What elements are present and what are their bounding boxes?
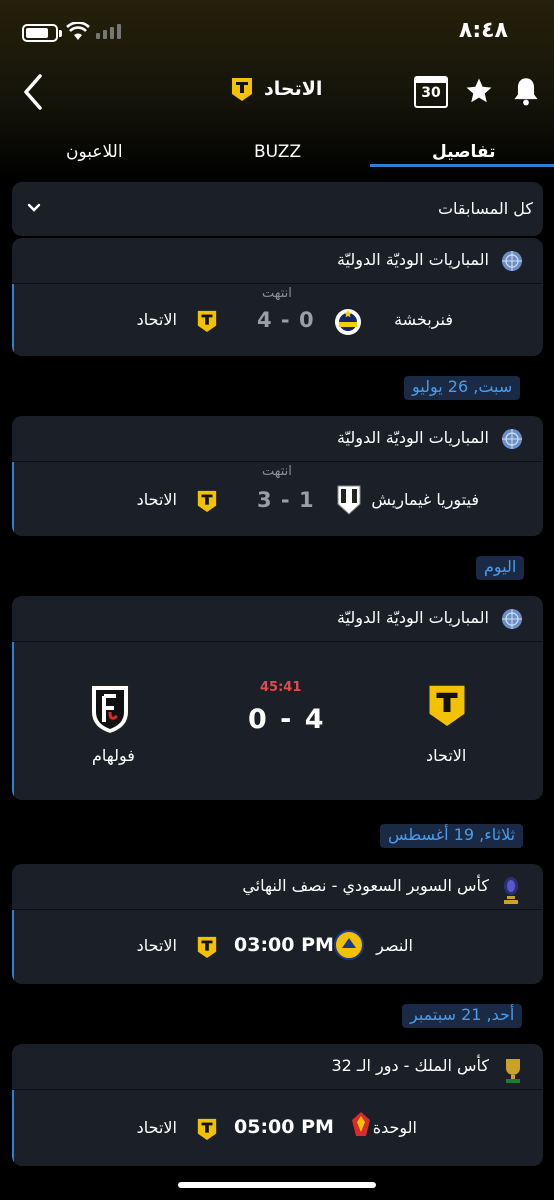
date-label: أحد, 21 سبتمبر xyxy=(402,1004,523,1028)
match-card-alnassr[interactable]: كأس السوبر السعودي - نصف النهائي النصر 0… xyxy=(12,864,543,984)
status-time: ٨:٤٨ xyxy=(458,18,508,43)
competition-header: كأس السوبر السعودي - نصف النهائي xyxy=(12,864,543,910)
kickoff-time: 03:00 PM xyxy=(234,934,334,956)
match-card-alwehda[interactable]: كأس الملك - دور الـ 32 الوحدة 05:00 PM ا… xyxy=(12,1044,543,1166)
match-card-fenerbahce[interactable]: المباريات الوديّة الدوليّة انتهت فنربخشة… xyxy=(12,238,543,356)
match-row: انتهت فنربخشة 4 - 0 الاتحاد xyxy=(12,284,543,356)
match-row: الوحدة 05:00 PM الاتحاد xyxy=(12,1090,543,1166)
vitoria-logo-icon xyxy=(337,485,361,515)
competition-title: كأس السوبر السعودي - نصف النهائي xyxy=(242,876,489,895)
tab-players[interactable]: اللاعبون xyxy=(66,142,123,162)
tab-bar: اللاعبون BUZZ تفاصيل xyxy=(0,140,554,170)
away-team-name: الاتحاد xyxy=(136,490,177,509)
alnassr-logo-icon xyxy=(334,930,364,960)
competition-header: المباريات الوديّة الدوليّة xyxy=(12,238,543,284)
match-row: النصر 03:00 PM الاتحاد xyxy=(12,910,543,984)
date-label: سبت, 26 يوليو xyxy=(404,376,521,400)
match-score: 4 - 0 xyxy=(257,308,315,332)
competition-filter[interactable]: كل المسابقات xyxy=(12,182,543,236)
ittihad-logo-icon xyxy=(429,685,465,726)
live-score: 0 - 4 xyxy=(248,704,326,735)
kickoff-time: 05:00 PM xyxy=(234,1116,334,1138)
date-label: ثلاثاء, 19 أغسطس xyxy=(380,824,524,848)
back-chevron-icon[interactable] xyxy=(18,72,48,112)
calendar-icon[interactable]: 30 xyxy=(414,76,448,108)
match-card-live-fulham[interactable]: المباريات الوديّة الدوليّة الاتحاد 45:41… xyxy=(12,596,543,800)
home-team-name: النصر xyxy=(376,936,413,955)
live-match-clock: 45:41 xyxy=(260,680,302,695)
globe-icon xyxy=(502,251,522,271)
competition-header: المباريات الوديّة الدوليّة xyxy=(12,596,543,642)
match-card-vitoria[interactable]: المباريات الوديّة الدوليّة انتهت فيتوريا… xyxy=(12,416,543,536)
competition-header: المباريات الوديّة الدوليّة xyxy=(12,416,543,462)
fulham-logo-icon xyxy=(90,684,130,736)
away-team-name: فولهام xyxy=(92,746,135,765)
trophy-icon xyxy=(504,877,518,904)
home-team-name: فيتوريا غيماريش xyxy=(371,490,479,509)
team-name: الاتحاد xyxy=(264,78,323,100)
cellular-signal-icon xyxy=(96,24,121,39)
match-row: الاتحاد 45:41 0 - 4 فولهام xyxy=(12,642,543,800)
active-tab-indicator xyxy=(370,164,554,167)
competition-header: كأس الملك - دور الـ 32 xyxy=(12,1044,543,1090)
alwehda-logo-icon xyxy=(352,1112,370,1136)
date-label: اليوم xyxy=(476,556,525,580)
ittihad-logo-icon xyxy=(197,1118,217,1140)
bell-icon[interactable] xyxy=(512,76,540,106)
competition-title: المباريات الوديّة الدوليّة xyxy=(336,250,489,269)
ittihad-logo-icon xyxy=(197,310,217,332)
battery-icon xyxy=(22,24,62,42)
ittihad-logo-icon xyxy=(232,78,252,101)
chevron-down-icon xyxy=(27,203,41,212)
home-team-name: الاتحاد xyxy=(426,746,467,765)
globe-icon xyxy=(502,609,522,629)
team-title: الاتحاد xyxy=(230,76,322,102)
away-team-name: الاتحاد xyxy=(136,1118,177,1137)
competition-title: كأس الملك - دور الـ 32 xyxy=(331,1056,489,1075)
calendar-day: 30 xyxy=(421,85,441,101)
match-score: 3 - 1 xyxy=(257,488,315,512)
ittihad-logo-icon xyxy=(197,936,217,958)
fenerbahce-logo-icon xyxy=(335,309,361,335)
match-status: انتهت xyxy=(262,464,292,479)
tab-buzz[interactable]: BUZZ xyxy=(254,142,301,162)
competition-title: المباريات الوديّة الدوليّة xyxy=(336,608,489,627)
competition-title: المباريات الوديّة الدوليّة xyxy=(336,428,489,447)
filter-label: كل المسابقات xyxy=(437,199,533,218)
match-row: انتهت فيتوريا غيماريش 3 - 1 الاتحاد xyxy=(12,462,543,536)
away-team-name: الاتحاد xyxy=(136,310,177,329)
star-icon[interactable] xyxy=(464,76,494,106)
ittihad-logo-icon xyxy=(197,490,217,512)
wifi-icon xyxy=(66,22,90,40)
kings-cup-icon xyxy=(506,1059,520,1083)
globe-icon xyxy=(502,429,522,449)
home-team-name: فنربخشة xyxy=(394,310,453,329)
tab-details[interactable]: تفاصيل xyxy=(432,142,496,162)
match-status: انتهت xyxy=(262,286,292,301)
home-team-name: الوحدة xyxy=(372,1118,417,1137)
away-team-name: الاتحاد xyxy=(136,936,177,955)
home-indicator[interactable] xyxy=(178,1182,376,1188)
